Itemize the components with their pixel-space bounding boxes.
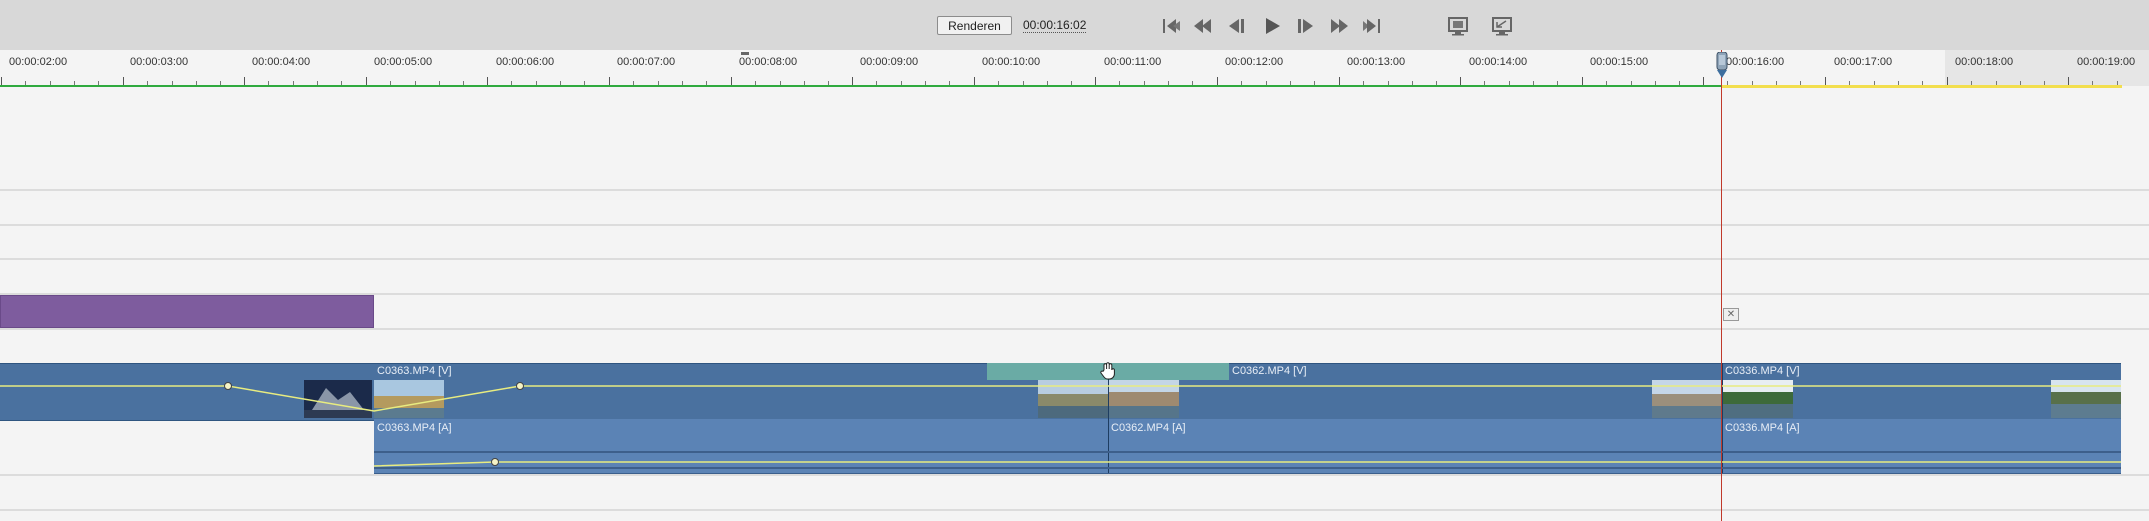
- ruler-label: 00:00:09:00: [860, 56, 919, 68]
- ruler-major-tick: [731, 77, 732, 85]
- ruler-label: 00:00:04:00: [252, 56, 311, 68]
- clip-thumbnail: [304, 380, 372, 418]
- playhead-handle[interactable]: [1715, 51, 1729, 82]
- ruler-label: 00:00:05:00: [374, 56, 433, 68]
- ruler-label: 00:00:13:00: [1347, 56, 1406, 68]
- step-back-icon[interactable]: [1190, 14, 1218, 38]
- ruler-major-tick: [1095, 77, 1096, 85]
- clip-label: C0336.MP4 [A]: [1725, 422, 1800, 434]
- current-timecode[interactable]: 00:00:16:02: [1023, 18, 1087, 33]
- ruler-major-tick: [1947, 77, 1948, 85]
- ruler-label: 00:00:18:00: [1955, 56, 2014, 68]
- ruler-major-tick: [609, 77, 610, 85]
- clip-boundary: [1722, 363, 1723, 473]
- fullscreen-icon[interactable]: [1488, 14, 1516, 38]
- ruler-major-tick: [487, 77, 488, 85]
- clip-label: C0362.MP4 [V]: [1232, 365, 1307, 377]
- ruler-label: 00:00:19:00: [2077, 56, 2136, 68]
- track-divider: [0, 258, 2149, 260]
- monitor-toolbar: Renderen 00:00:16:02: [0, 0, 2149, 51]
- frame-forward-icon[interactable]: [1292, 14, 1320, 38]
- step-forward-icon[interactable]: [1325, 14, 1353, 38]
- track-divider: [0, 509, 2149, 511]
- ruler-major-tick: [852, 77, 853, 85]
- ruler-major-tick: [1339, 77, 1340, 85]
- go-to-start-icon[interactable]: [1158, 14, 1186, 38]
- clip-thumbnail: [1109, 380, 1179, 418]
- ruler-label: 00:00:07:00: [617, 56, 676, 68]
- clip-thumbnail: [1652, 380, 1722, 418]
- ruler-label: 00:00:08:00: [739, 56, 798, 68]
- playhead-line: [1721, 50, 1722, 521]
- ruler-label: 00:00:17:00: [1834, 56, 1893, 68]
- ruler-major-tick: [1217, 77, 1218, 85]
- time-ruler[interactable]: 00:00:02:00 00:00:03:00 00:00:04:00 00:0…: [0, 50, 2149, 88]
- ruler-label: 00:00:02:00: [9, 56, 68, 68]
- ruler-major-tick: [366, 77, 367, 85]
- clip-thumbnail: [2051, 380, 2121, 418]
- ruler-label: 00:00:12:00: [1225, 56, 1284, 68]
- clip-thumbnail: [1038, 380, 1108, 418]
- ruler-major-tick: [974, 77, 975, 85]
- clip-thumbnail: [1723, 380, 1793, 418]
- track-divider: [0, 328, 2149, 330]
- audio-clip-track[interactable]: [374, 419, 2121, 474]
- ruler-label: 00:00:11:00: [1104, 56, 1162, 68]
- ruler-major-tick: [1, 77, 2, 85]
- work-area-marker[interactable]: [741, 52, 749, 55]
- hand-cursor-icon: [1100, 362, 1116, 380]
- track-divider: [0, 189, 2149, 191]
- ruler-major-tick: [1825, 77, 1826, 85]
- ruler-label: 00:00:15:00: [1590, 56, 1649, 68]
- ruler-label: 00:00:10:00: [982, 56, 1041, 68]
- ruler-major-tick: [244, 77, 245, 85]
- close-icon[interactable]: ✕: [1723, 308, 1739, 321]
- clip-label: C0336.MP4 [V]: [1725, 365, 1800, 377]
- go-to-end-icon[interactable]: [1358, 14, 1386, 38]
- ruler-label: 00:00:14:00: [1469, 56, 1528, 68]
- play-icon[interactable]: [1258, 14, 1286, 38]
- ruler-major-tick: [1703, 77, 1704, 85]
- ruler-major-tick: [1582, 77, 1583, 85]
- ruler-label: 00:00:06:00: [496, 56, 555, 68]
- title-clip[interactable]: [0, 295, 374, 328]
- safe-margins-icon[interactable]: [1444, 14, 1472, 38]
- clip-label: C0363.MP4 [V]: [377, 365, 452, 377]
- ruler-label: 00:00:16:00: [1726, 56, 1785, 68]
- track-divider: [0, 224, 2149, 226]
- clip-thumbnail: [374, 380, 444, 418]
- frame-back-icon[interactable]: [1223, 14, 1251, 38]
- clip-label: C0362.MP4 [A]: [1111, 422, 1186, 434]
- ruler-label: 00:00:03:00: [130, 56, 189, 68]
- render-button[interactable]: Renderen: [937, 16, 1012, 35]
- clip-label: C0363.MP4 [A]: [377, 422, 452, 434]
- ruler-major-tick: [2068, 77, 2069, 85]
- rendered-bar: [0, 85, 1722, 87]
- ruler-major-tick: [1460, 77, 1461, 85]
- ruler-major-tick: [123, 77, 124, 85]
- track-divider: [0, 474, 2149, 476]
